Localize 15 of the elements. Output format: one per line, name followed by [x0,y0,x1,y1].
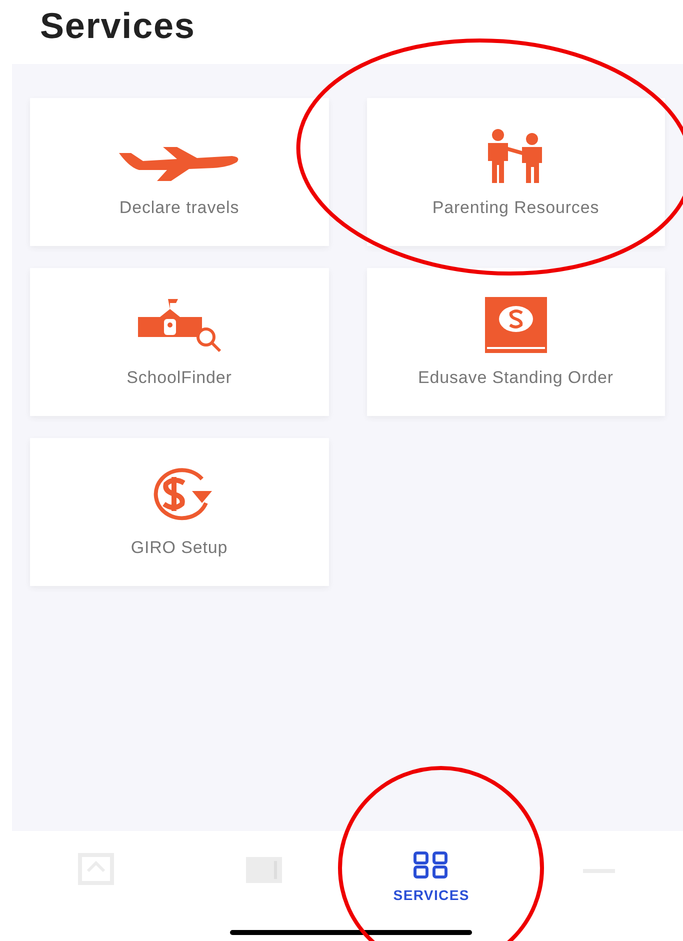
service-card[interactable]: Edusave Standing Order [366,268,665,416]
service-label: Parenting Resources [432,197,600,219]
service-card[interactable]: SchoolFinder [30,268,328,416]
page-title: Services [40,4,196,48]
school-search-icon [136,297,222,353]
grid-icon [412,851,450,879]
service-label: Edusave Standing Order [418,367,614,389]
service-card[interactable]: Declare travels [30,98,328,246]
service-label: Declare travels [119,197,240,219]
service-label: SchoolFinder [126,367,232,389]
service-label: GIRO Setup [130,537,228,559]
savings-book-icon [484,297,547,353]
service-card[interactable]: Parenting Resources [366,98,665,246]
tab[interactable]: SERVICES [348,851,516,941]
service-card[interactable]: GIRO Setup [30,438,328,586]
